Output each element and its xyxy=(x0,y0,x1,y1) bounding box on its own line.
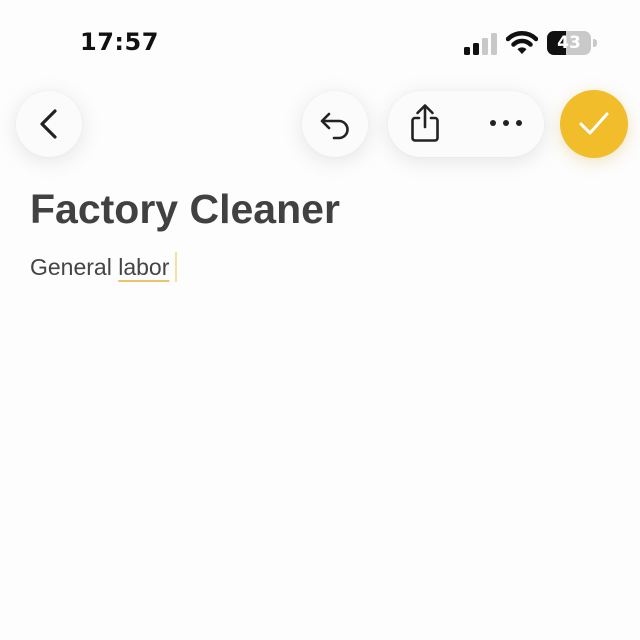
spellcheck-underlined-word: labor xyxy=(118,254,170,280)
cellular-signal-icon xyxy=(464,33,497,55)
undo-arrow-icon xyxy=(320,112,349,140)
battery-level-text: 43 xyxy=(557,33,581,53)
wifi-icon xyxy=(506,31,538,54)
text-cursor xyxy=(175,252,178,282)
ellipsis-icon xyxy=(490,120,522,126)
note-title[interactable]: Factory Cleaner xyxy=(30,186,340,233)
notes-editor-screen: 17:57 43 Factory Cleaner General labor xyxy=(0,0,640,640)
chevron-left-icon xyxy=(40,109,57,139)
share-button[interactable] xyxy=(388,91,462,157)
checkmark-icon xyxy=(579,112,609,135)
note-body-text: General xyxy=(30,254,119,280)
battery-indicator: 43 xyxy=(547,31,597,55)
more-options-button[interactable] xyxy=(470,91,544,157)
battery-nub xyxy=(593,39,597,47)
battery-icon: 43 xyxy=(547,31,591,55)
undo-button[interactable] xyxy=(302,91,368,157)
status-time: 17:57 xyxy=(80,28,159,56)
back-button[interactable] xyxy=(16,91,82,157)
done-button[interactable] xyxy=(560,90,628,158)
toolbar-group xyxy=(388,91,544,157)
note-body[interactable]: General labor xyxy=(30,252,178,282)
share-icon xyxy=(411,104,439,142)
